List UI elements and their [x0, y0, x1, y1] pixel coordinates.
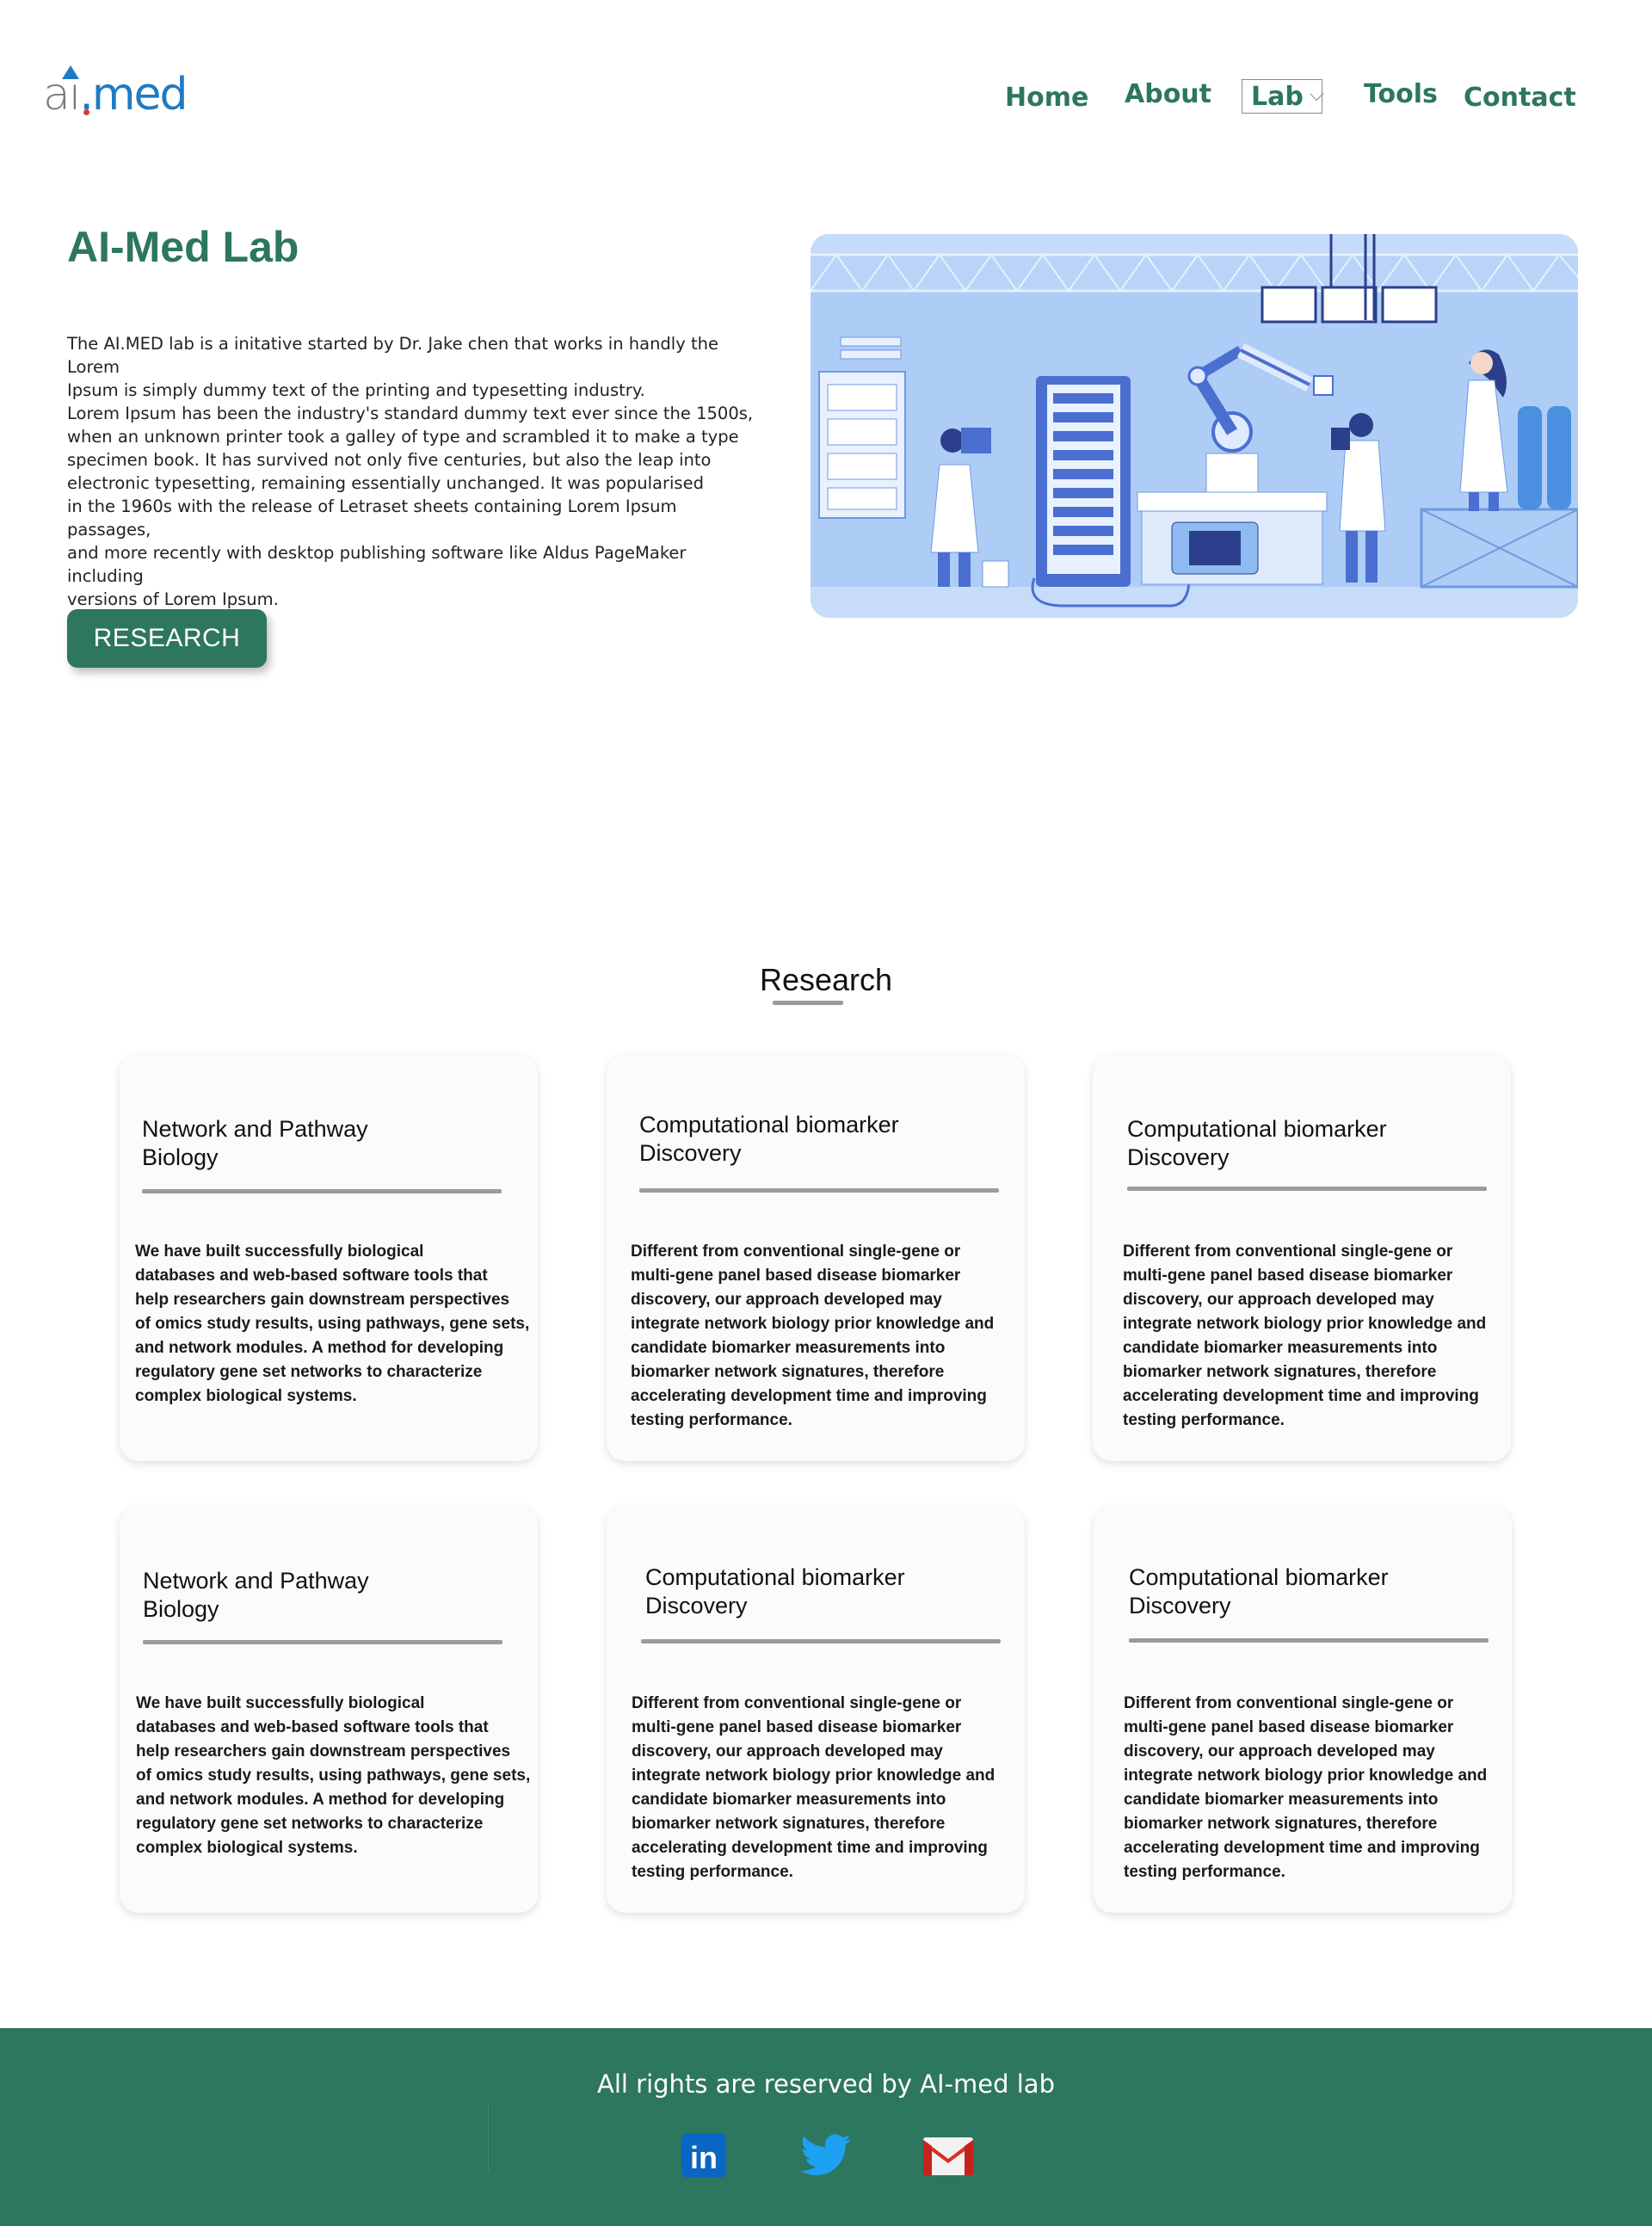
- site-logo[interactable]: ai.med: [43, 65, 188, 120]
- research-title-underline: [773, 1001, 843, 1005]
- research-card[interactable]: Computational biomarker Discovery Differ…: [607, 1507, 1025, 1913]
- research-button[interactable]: RESEARCH: [67, 609, 267, 668]
- research-card[interactable]: Computational biomarker Discovery Differ…: [1093, 1055, 1511, 1461]
- research-section-title: Research: [759, 962, 893, 997]
- chevron-down-icon: [1310, 86, 1324, 102]
- card-title: Computational biomarker Discovery: [639, 1112, 899, 1166]
- card-description: Different from conventional single-gene …: [631, 1242, 995, 1429]
- nav-home[interactable]: Home: [1005, 83, 1088, 113]
- footer-divider: [488, 2104, 489, 2171]
- card-description: We have built successfully biological da…: [136, 1694, 531, 1857]
- card-divider: [641, 1639, 1001, 1643]
- card-divider: [639, 1188, 999, 1193]
- page-title: AI-Med Lab: [67, 223, 299, 271]
- card-divider: [1127, 1187, 1487, 1191]
- card-divider: [143, 1640, 502, 1644]
- card-description: Different from conventional single-gene …: [1124, 1694, 1488, 1881]
- research-card[interactable]: Computational biomarker Discovery Differ…: [607, 1055, 1025, 1461]
- logo-dot: [83, 109, 89, 115]
- nav-about[interactable]: About: [1125, 79, 1211, 109]
- nav-tools[interactable]: Tools: [1364, 79, 1438, 109]
- card-title: Computational biomarker Discovery: [1129, 1564, 1389, 1619]
- gmail-icon[interactable]: [922, 2132, 973, 2179]
- lab-illustration: [811, 234, 1578, 618]
- research-card[interactable]: Computational biomarker Discovery Differ…: [1094, 1507, 1512, 1913]
- site-footer: [0, 2028, 1652, 2226]
- card-description: Different from conventional single-gene …: [632, 1694, 996, 1881]
- card-title: Network and Pathway Biology: [142, 1116, 368, 1170]
- card-title: Computational biomarker Discovery: [645, 1564, 905, 1619]
- linkedin-icon[interactable]: in: [680, 2132, 728, 2179]
- card-description: Different from conventional single-gene …: [1123, 1242, 1487, 1429]
- nav-lab-dropdown[interactable]: Lab: [1242, 79, 1324, 114]
- card-description: We have built successfully biological da…: [135, 1242, 530, 1405]
- footer-copyright: All rights are reserved by AI-med lab: [597, 2069, 1055, 2099]
- card-title: Network and Pathway Biology: [143, 1568, 369, 1622]
- research-card[interactable]: Network and Pathway Biology We have buil…: [120, 1507, 538, 1913]
- svg-text:in: in: [690, 2140, 718, 2175]
- twitter-icon[interactable]: [800, 2132, 851, 2179]
- research-card[interactable]: Network and Pathway Biology We have buil…: [120, 1055, 538, 1461]
- hero-description: The AI.MED lab is a initative started by…: [67, 334, 754, 609]
- card-title: Computational biomarker Discovery: [1127, 1116, 1387, 1170]
- nav-contact[interactable]: Contact: [1464, 83, 1576, 113]
- card-divider: [1129, 1638, 1489, 1643]
- card-divider: [142, 1189, 502, 1193]
- logo-triangle-icon: [62, 65, 79, 79]
- nav-lab-label: Lab: [1251, 81, 1304, 112]
